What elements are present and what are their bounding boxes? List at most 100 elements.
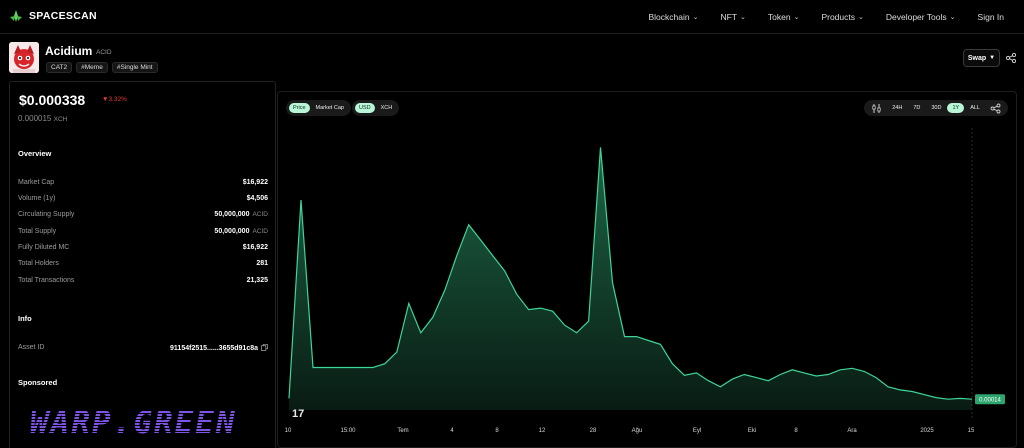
chevron-down-icon: ⌄ <box>949 14 956 21</box>
asset-id-value[interactable]: 91154f2515......3655d91c8a <box>170 344 268 352</box>
asset-id-text: 91154f2515......3655d91c8a <box>170 345 258 352</box>
row-label: Total Supply <box>18 228 57 235</box>
x-tick-label: 15 <box>968 428 975 434</box>
row-value: 281 <box>256 260 268 267</box>
row-label: Total Transactions <box>18 277 75 284</box>
nav-blockchain-label: Blockchain <box>648 12 690 22</box>
nav-token-label: Token <box>767 12 791 22</box>
top-navigation: SPACESCAN Blockchain ⌄ NFT ⌄ Token ⌄ Produc… <box>0 0 1024 34</box>
token-ticker: ACID <box>96 49 112 56</box>
last-price-label: 0.00014 <box>979 397 1001 403</box>
tag-cat2[interactable]: CAT2 <box>46 62 73 73</box>
token-name: Acidium <box>45 44 93 58</box>
overview-row-fully-diluted-mc: Fully Diluted MC $16,922 <box>18 244 268 256</box>
overview-row-total-holders: Total Holders 281 <box>18 260 268 272</box>
x-tick-label: 8 <box>794 428 798 434</box>
swap-button[interactable]: Swap ▼ <box>963 49 1000 67</box>
nav-products-label: Products <box>821 12 855 22</box>
swap-button-label: Swap <box>967 54 987 62</box>
nav-menu: Blockchain ⌄ NFT ⌄ Token ⌄ Products ⌄ Develo… <box>648 12 1004 22</box>
price-xch-unit: XCH <box>53 116 68 123</box>
overview-title: Overview <box>18 149 52 158</box>
row-label: Total Holders <box>18 260 59 267</box>
price-area-chart[interactable]: 0.00014 10 15:00 Tem 4 8 12 28 Ağu Eyl Eki 8 Ara 202… <box>278 92 1017 448</box>
row-value-text: 21,325 <box>246 277 268 284</box>
overview-row-volume: Volume (1y) $4,506 <box>18 195 268 207</box>
asset-id-label: Asset ID <box>18 344 45 351</box>
row-value: $16,922 <box>243 244 268 251</box>
token-avatar-image <box>9 42 39 73</box>
nav-products[interactable]: Products ⌄ <box>821 12 863 22</box>
nav-token[interactable]: Token ⌄ <box>768 12 800 22</box>
x-tick-label: 15:00 <box>340 428 356 434</box>
x-tick-label: Tem <box>397 428 408 434</box>
row-value-text: $16,922 <box>242 179 268 186</box>
caret-down-icon: ▼ <box>989 55 996 61</box>
x-tick-label: Ağu <box>632 428 643 434</box>
token-tags: CAT2 #Meme #Single Mint <box>46 62 158 73</box>
x-tick-label: Eki <box>748 428 756 434</box>
overview-row-circulating-supply: Circulating Supply 50,000,000 ACID <box>18 211 268 223</box>
price-xch-value: 0.000015 <box>18 114 52 123</box>
brand-name: SPACESCAN <box>29 10 97 22</box>
chevron-down-icon: ⌄ <box>793 14 800 21</box>
chevron-down-icon: ⌄ <box>692 14 699 21</box>
x-tick-label: 28 <box>590 428 597 434</box>
info-title: Info <box>18 314 32 323</box>
price-area-fill <box>289 147 972 410</box>
overview-row-market-cap: Market Cap $16,922 <box>18 179 268 191</box>
price-change: ▼3.32% <box>102 96 127 103</box>
share-icon[interactable] <box>1005 52 1017 64</box>
row-value-text: 281 <box>256 260 268 267</box>
row-value: $16,922 <box>243 179 268 186</box>
x-tick-label: 8 <box>495 428 499 434</box>
chevron-down-icon: ⌄ <box>740 14 746 21</box>
price-change-value: 3.32% <box>108 96 127 103</box>
overview-row-total-supply: Total Supply 50,000,000 ACID <box>18 228 268 240</box>
row-value: 50,000,000 ACID <box>214 211 268 218</box>
row-value-text: 50,000,000 <box>214 228 250 235</box>
tradingview-logo: 17 <box>292 408 304 420</box>
x-tick-label: 10 <box>285 428 292 434</box>
svg-text:17: 17 <box>292 408 304 420</box>
x-tick-label: 2025 <box>920 428 934 434</box>
row-label: Market Cap <box>18 179 55 186</box>
row-label: Volume (1y) <box>18 195 56 202</box>
nav-developer-tools-label: Developer Tools <box>885 12 947 22</box>
nav-blockchain[interactable]: Blockchain ⌄ <box>648 12 698 22</box>
price-xch: 0.000015 XCH <box>18 114 67 123</box>
x-tick-label: Ara <box>847 428 857 434</box>
nav-developer-tools[interactable]: Developer Tools ⌄ <box>886 12 956 22</box>
row-label: Fully Diluted MC <box>18 244 70 251</box>
nav-nft[interactable]: NFT ⌄ <box>720 12 745 22</box>
overview-row-total-transactions: Total Transactions 21,325 <box>18 277 268 289</box>
row-unit: ACID <box>252 228 268 235</box>
row-unit: ACID <box>252 211 268 218</box>
price-chart-panel: Price Market Cap USD XCH 24H 7D 30D 1Y A… <box>277 91 1017 448</box>
sign-in-label: Sign In <box>977 12 1004 22</box>
x-tick-label: 12 <box>539 428 546 434</box>
copy-icon[interactable] <box>261 344 268 351</box>
x-tick-label: Eyl <box>693 428 701 434</box>
row-value-text: $4,506 <box>246 195 268 202</box>
spacescan-logo[interactable]: SPACESCAN <box>9 9 97 23</box>
sign-in-link[interactable]: Sign In <box>978 12 1004 22</box>
spacescan-logo-icon <box>10 10 22 22</box>
row-value: 21,325 <box>247 277 268 284</box>
warp-green-sponsor-banner[interactable]: WARP.GREEN <box>30 405 250 439</box>
row-value: 50,000,000 ACID <box>214 228 268 235</box>
row-value-text: $16,922 <box>242 244 268 251</box>
row-label: Circulating Supply <box>18 211 75 218</box>
row-value-text: 50,000,000 <box>214 211 250 218</box>
token-avatar <box>9 42 39 73</box>
chevron-down-icon: ⌄ <box>857 14 864 21</box>
row-value: $4,506 <box>247 195 268 202</box>
tag-meme[interactable]: #Meme <box>76 62 108 73</box>
price-usd: $0.000338 <box>19 92 86 108</box>
token-details-panel: $0.000338 ▼3.32% 0.000015 XCH Overview M… <box>9 81 276 448</box>
tag-single-mint[interactable]: #Single Mint <box>111 62 158 73</box>
sponsored-title: Sponsored <box>18 378 58 387</box>
asset-id-row: Asset ID 91154f2515......3655d91c8a <box>18 344 268 356</box>
x-tick-label: 4 <box>450 428 454 434</box>
sponsor-banner-text: WARP.GREEN <box>30 405 237 439</box>
